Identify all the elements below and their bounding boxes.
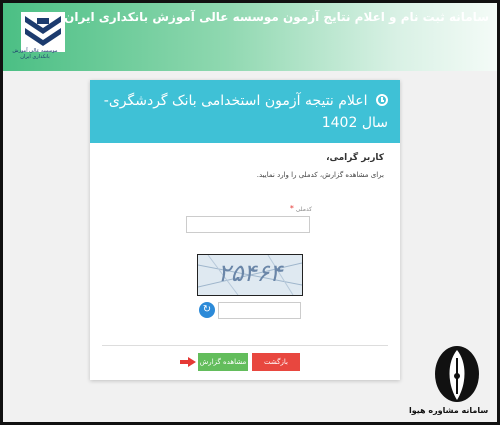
header-title: سامانه ثبت نام و اعلام نتایج آزمون موسسه… — [64, 10, 489, 24]
site-header: موسسه عالی آموزش بانکداری ایران سامانه ث… — [3, 3, 497, 71]
logo-caption: موسسه عالی آموزش بانکداری ایران — [12, 48, 58, 60]
required-mark: * — [289, 204, 294, 213]
footer-divider — [102, 345, 388, 346]
result-card: اعلام نتیجه آزمون استخدامی بانک گردشگری-… — [90, 80, 400, 380]
greeting-text: کاربر گرامی، — [326, 153, 384, 163]
clock-icon — [376, 94, 388, 106]
back-button[interactable]: بازگشت — [252, 353, 300, 371]
captcha-image: ۲۵۴۶۴ — [197, 254, 303, 296]
instruction-text: برای مشاهده گزارش، کدملی را وارد نمایید. — [256, 171, 384, 179]
captcha-input[interactable] — [218, 302, 301, 319]
card-header: اعلام نتیجه آزمون استخدامی بانک گردشگری-… — [90, 80, 400, 143]
national-code-label-text: کدملی — [295, 206, 312, 213]
national-code-input[interactable] — [186, 216, 310, 233]
captcha-text: ۲۵۴۶۴ — [217, 259, 283, 287]
refresh-icon[interactable]: ↻ — [199, 302, 215, 318]
view-report-button[interactable]: مشاهده گزارش — [198, 353, 248, 371]
arrow-right-icon — [180, 357, 196, 367]
national-code-label: کدملی * — [290, 204, 312, 213]
card-title: اعلام نتیجه آزمون استخدامی بانک گردشگری-… — [103, 93, 388, 131]
watermark-text: سامانه مشاوره هیوا — [409, 406, 489, 415]
